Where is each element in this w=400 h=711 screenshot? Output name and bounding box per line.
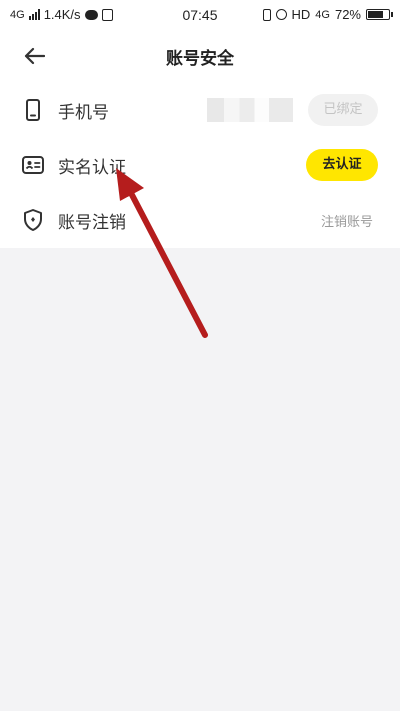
phone-label: 手机号 <box>58 103 109 123</box>
verify-button[interactable]: 去认证 <box>306 149 378 181</box>
alarm-icon <box>275 9 287 20</box>
real-name-label: 实名认证 <box>58 158 126 178</box>
phone-row[interactable]: 手机号 已绑定 <box>0 82 400 137</box>
id-card-icon <box>22 156 44 174</box>
network-label-right: 4G <box>315 8 330 21</box>
status-bar: 4G 1.4K/s 07:45 HD 4G 72% <box>0 0 400 30</box>
cancel-account-row[interactable]: 账号注销 注销账号 <box>0 192 400 247</box>
cancel-account-label: 账号注销 <box>58 213 126 233</box>
phone-icon <box>26 99 40 121</box>
masked-phone-number <box>207 98 293 122</box>
battery-icon <box>366 9 393 20</box>
real-name-row[interactable]: 实名认证 去认证 <box>0 137 400 192</box>
cancel-account-link[interactable]: 注销账号 <box>321 211 373 230</box>
page-title: 账号安全 <box>166 49 234 69</box>
shield-icon <box>24 209 42 231</box>
status-right: HD 4G 72% <box>262 7 393 22</box>
nav-header: 账号安全 <box>0 30 400 82</box>
bound-status-button: 已绑定 <box>308 94 378 126</box>
hd-label: HD <box>291 7 311 22</box>
battery-label: 72% <box>334 7 361 22</box>
vibrate-icon <box>262 8 271 21</box>
account-security-list: 手机号 已绑定 实名认证 去认证 账号注销 注销账号 <box>0 82 400 248</box>
